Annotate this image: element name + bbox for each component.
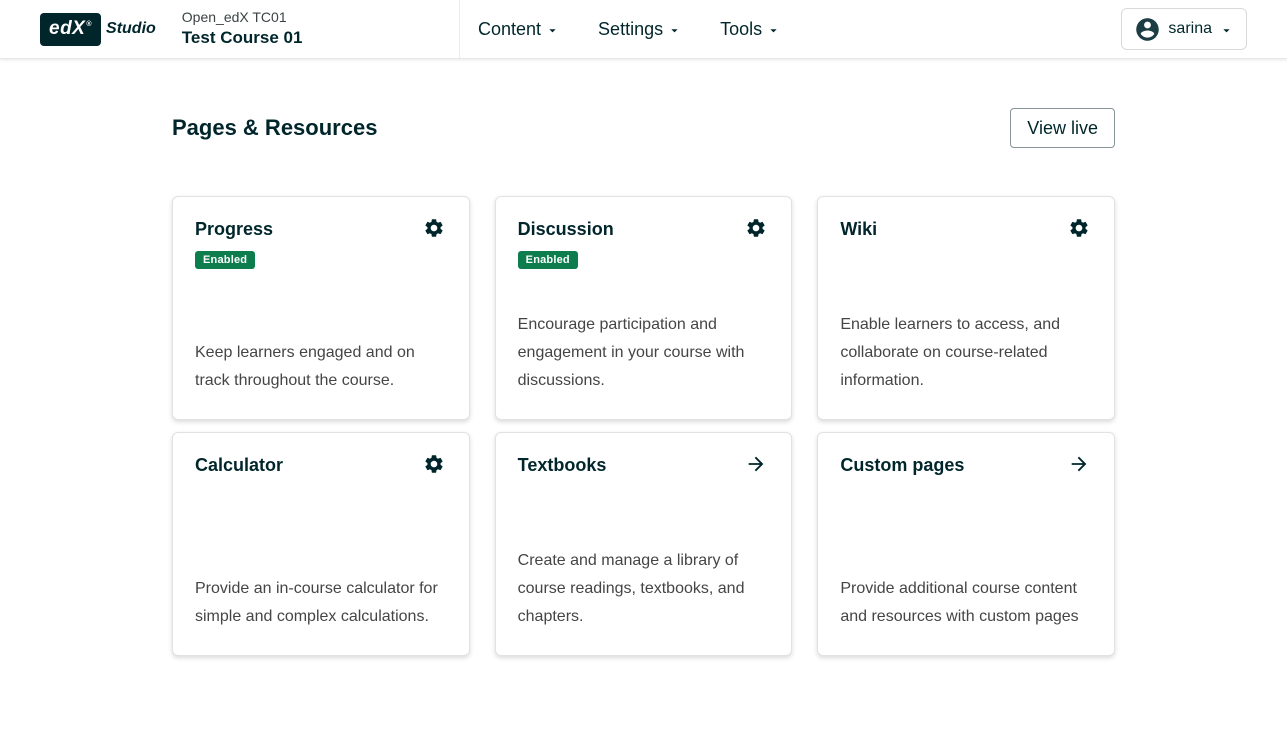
- card[interactable]: Discussion Enabled Encourage participati…: [495, 196, 793, 420]
- card-title: Progress: [195, 219, 273, 240]
- studio-label: Studio: [106, 20, 156, 38]
- gear-icon: [748, 219, 765, 237]
- card-action-button[interactable]: [1068, 217, 1090, 239]
- course-title: Test Course 01: [182, 27, 303, 50]
- card-header: Wiki: [840, 219, 1090, 240]
- card-title: Wiki: [840, 219, 877, 240]
- card-action-button[interactable]: [423, 453, 445, 475]
- course-org: Open_edX TC01: [182, 8, 303, 27]
- card-description: Keep learners engaged and on track throu…: [195, 339, 445, 395]
- card-header: Discussion: [518, 219, 768, 240]
- header-divider: [459, 0, 460, 58]
- card[interactable]: Custom pages Provide additional course c…: [817, 432, 1115, 656]
- card-title: Custom pages: [840, 455, 964, 476]
- card-header: Calculator: [195, 455, 445, 476]
- card-header: Progress: [195, 219, 445, 240]
- arrow-right-icon: [749, 457, 764, 472]
- chevron-down-icon: [766, 23, 781, 38]
- header: edX® Studio Open_edX TC01 Test Course 01…: [0, 0, 1287, 59]
- card-description: Provide an in-course calculator for simp…: [195, 575, 445, 631]
- main-nav: Content Settings Tools: [478, 0, 781, 58]
- studio-logo[interactable]: edX® Studio: [40, 13, 156, 46]
- card[interactable]: Textbooks Create and manage a library of…: [495, 432, 793, 656]
- card-action-button[interactable]: [745, 217, 767, 239]
- card-title: Calculator: [195, 455, 283, 476]
- gear-icon: [1070, 219, 1087, 237]
- nav-tools[interactable]: Tools: [720, 19, 781, 40]
- edx-logo: edX®: [40, 13, 101, 46]
- nav-content-label: Content: [478, 19, 541, 40]
- view-live-button[interactable]: View live: [1010, 108, 1115, 148]
- card-description: Encourage participation and engagement i…: [518, 311, 768, 395]
- page-header: Pages & Resources View live: [172, 108, 1115, 148]
- edx-logo-text: edX: [49, 18, 85, 39]
- page-title: Pages & Resources: [172, 115, 377, 141]
- avatar-icon: [1134, 16, 1161, 43]
- card-description: Provide additional course content and re…: [840, 575, 1090, 631]
- gear-icon: [425, 455, 442, 473]
- status-badge: Enabled: [195, 251, 255, 269]
- nav-settings[interactable]: Settings: [598, 19, 682, 40]
- status-badge: Enabled: [518, 251, 578, 269]
- card-header: Textbooks: [518, 455, 768, 476]
- nav-content[interactable]: Content: [478, 19, 560, 40]
- nav-tools-label: Tools: [720, 19, 762, 40]
- chevron-down-icon: [667, 23, 682, 38]
- user-name: sarina: [1168, 20, 1212, 38]
- card-header: Custom pages: [840, 455, 1090, 476]
- registered-mark: ®: [86, 21, 92, 28]
- main-content: Pages & Resources View live Progress Ena…: [172, 108, 1115, 656]
- card-description: Enable learners to access, and collabora…: [840, 311, 1090, 395]
- user-menu-button[interactable]: sarina: [1121, 8, 1247, 50]
- nav-settings-label: Settings: [598, 19, 663, 40]
- card-action-button[interactable]: [1068, 453, 1090, 475]
- arrow-right-icon: [1072, 457, 1087, 472]
- card[interactable]: Progress Enabled Keep learners engaged a…: [172, 196, 470, 420]
- card-description: Create and manage a library of course re…: [518, 547, 768, 631]
- card-title: Textbooks: [518, 455, 607, 476]
- chevron-down-icon: [545, 23, 560, 38]
- chevron-down-icon: [1219, 23, 1234, 38]
- cards-grid: Progress Enabled Keep learners engaged a…: [172, 196, 1115, 656]
- gear-icon: [425, 219, 442, 237]
- course-info: Open_edX TC01 Test Course 01: [182, 8, 303, 50]
- card[interactable]: Calculator Provide an in-course calculat…: [172, 432, 470, 656]
- card-action-button[interactable]: [745, 453, 767, 475]
- card[interactable]: Wiki Enable learners to access, and coll…: [817, 196, 1115, 420]
- card-title: Discussion: [518, 219, 614, 240]
- card-action-button[interactable]: [423, 217, 445, 239]
